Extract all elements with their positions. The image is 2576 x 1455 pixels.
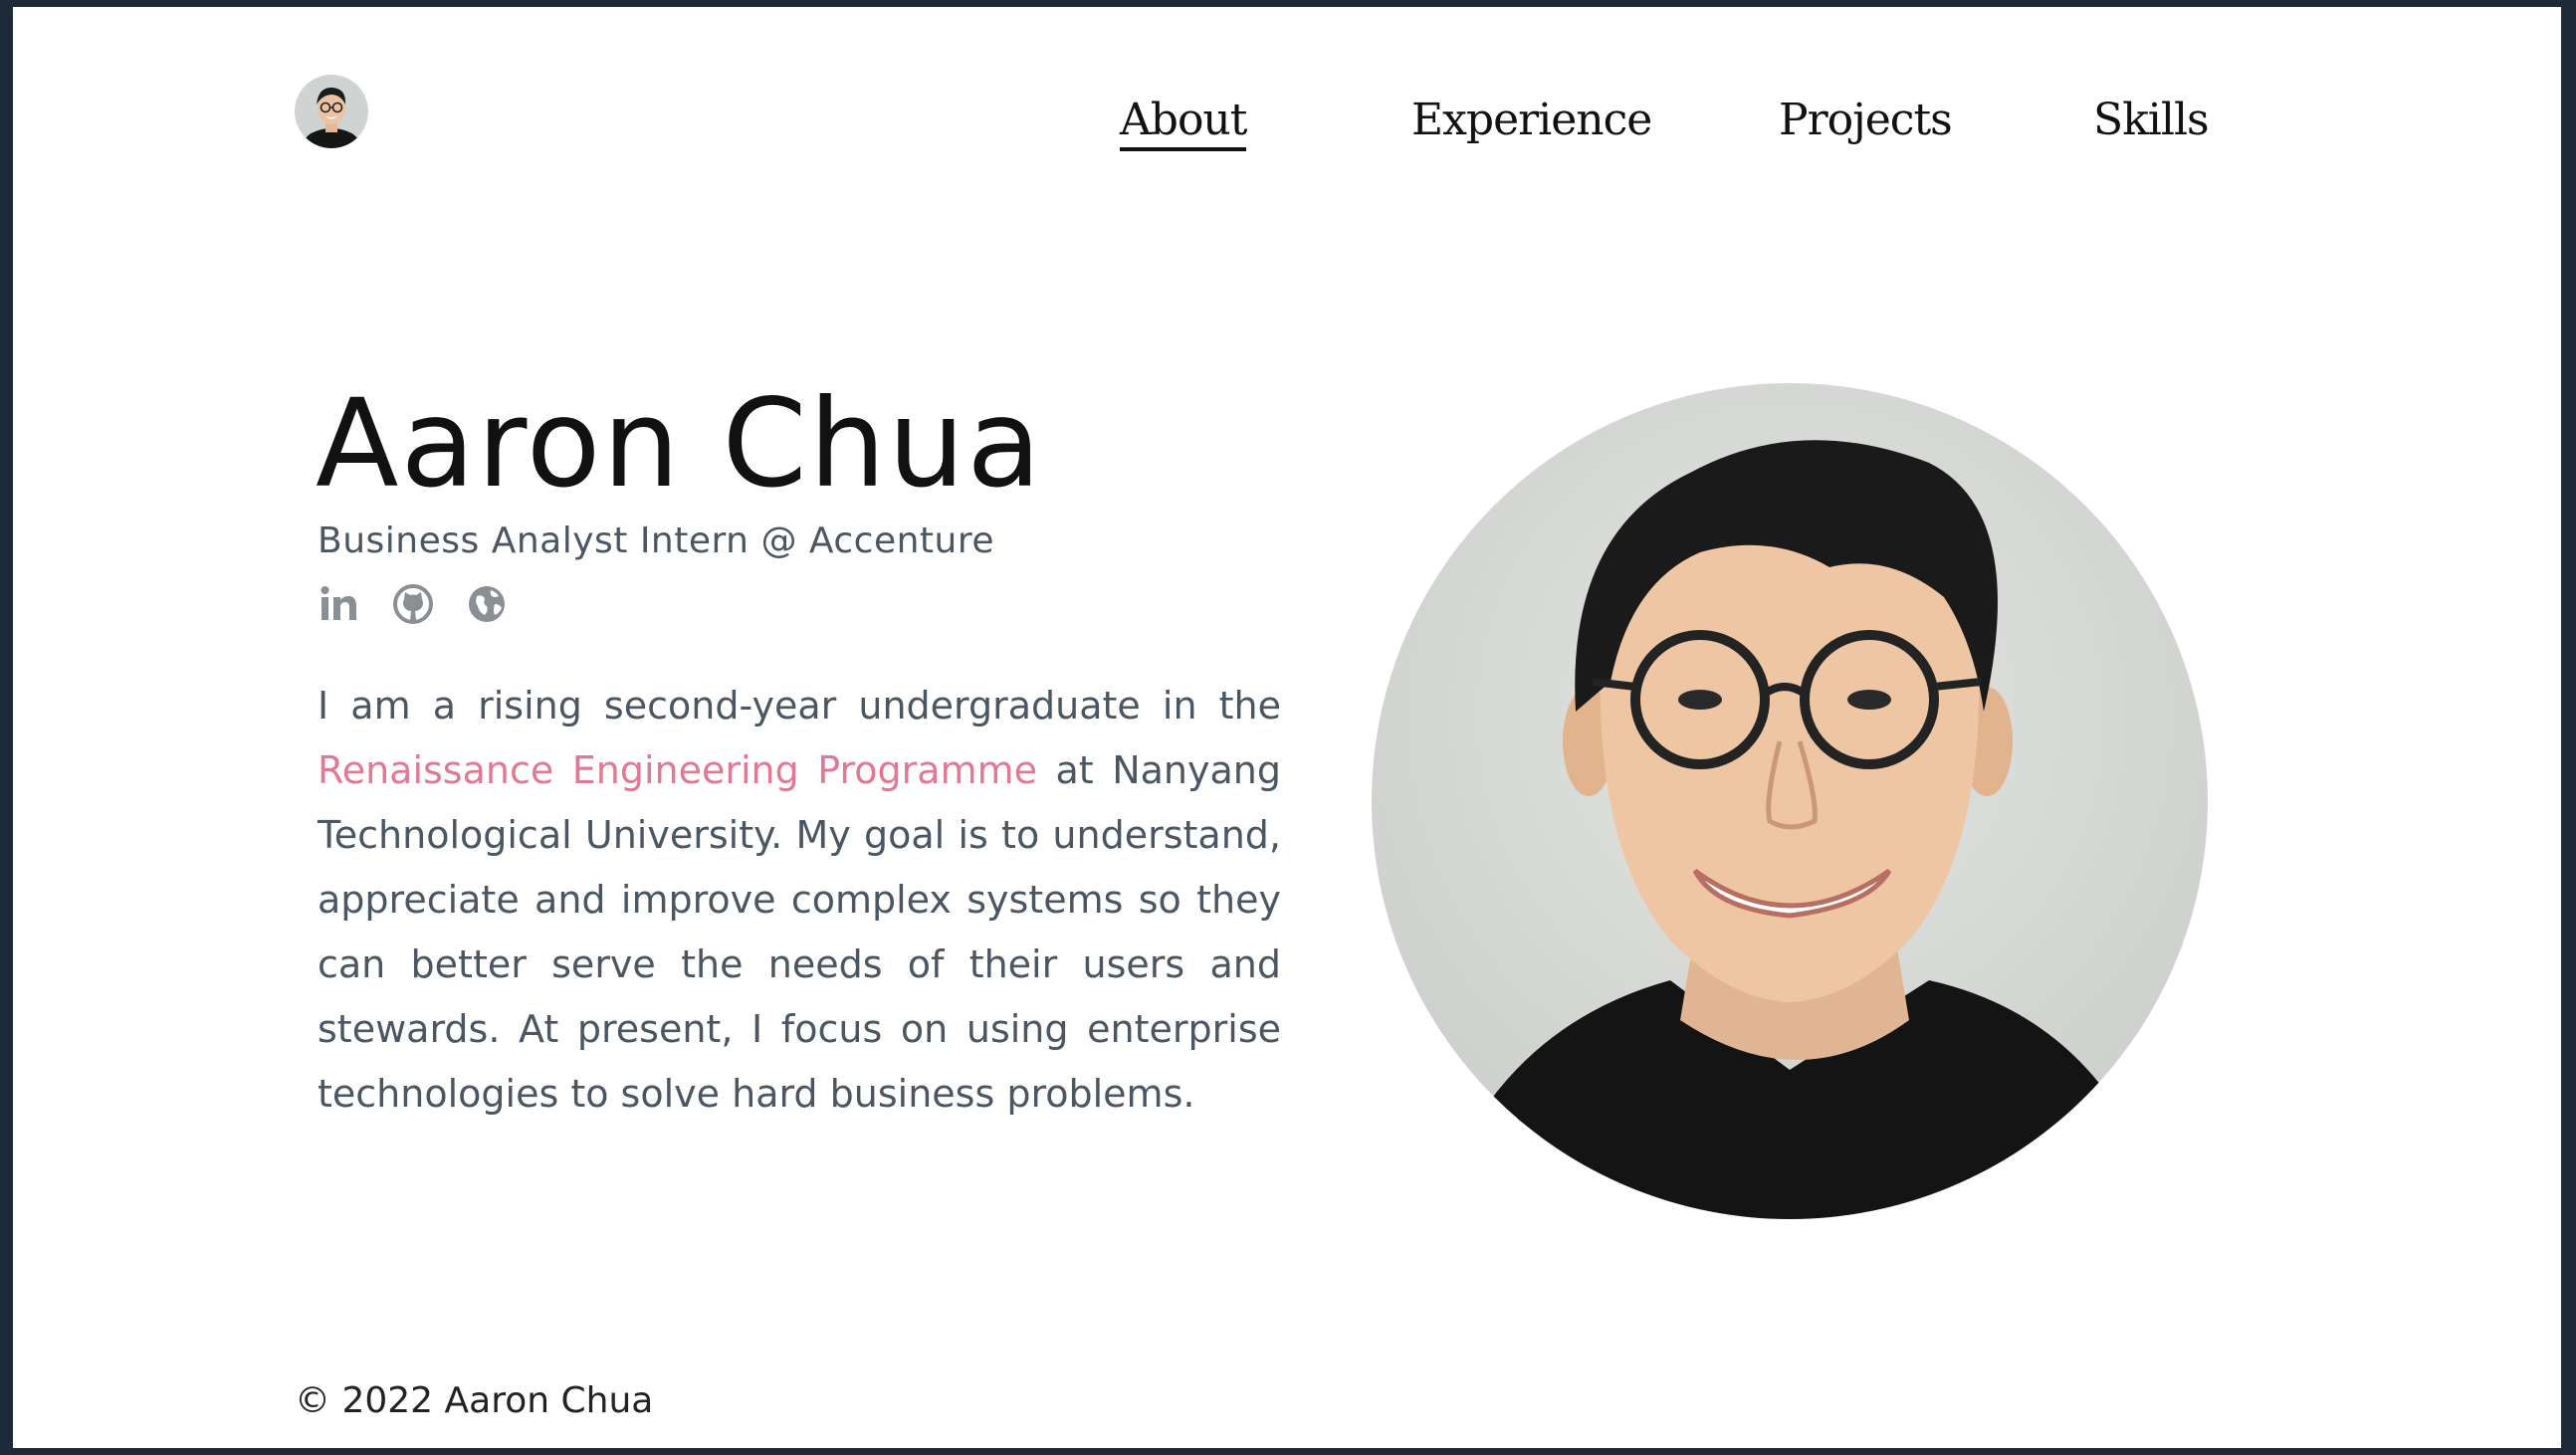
linkedin-icon[interactable]	[318, 582, 361, 626]
bio-paragraph: I am a rising second-year undergraduate …	[318, 674, 1281, 1127]
page: About Experience Projects Skills Aaron C…	[13, 7, 2561, 1448]
footer-copyright: © 2022 Aaron Chua	[295, 1380, 654, 1421]
nav-about[interactable]: About	[1120, 95, 1247, 151]
github-icon[interactable]	[391, 582, 435, 626]
bio-text-before: I am a rising second-year undergraduate …	[318, 684, 1281, 728]
hero-name: Aaron Chua	[316, 373, 1044, 515]
nav-skills[interactable]: Skills	[2093, 95, 2210, 145]
nav-experience[interactable]: Experience	[1411, 95, 1652, 145]
portrait-photo	[1372, 383, 2208, 1219]
main-nav: About Experience Projects Skills	[13, 95, 2561, 154]
hero-subtitle: Business Analyst Intern @ Accenture	[318, 520, 995, 561]
bio-text-after: at Nanyang Technological University. My …	[318, 748, 1281, 1116]
nav-projects[interactable]: Projects	[1779, 95, 1953, 145]
globe-icon[interactable]	[465, 582, 509, 626]
programme-link[interactable]: Renaissance Engineering Programme	[318, 748, 1037, 792]
